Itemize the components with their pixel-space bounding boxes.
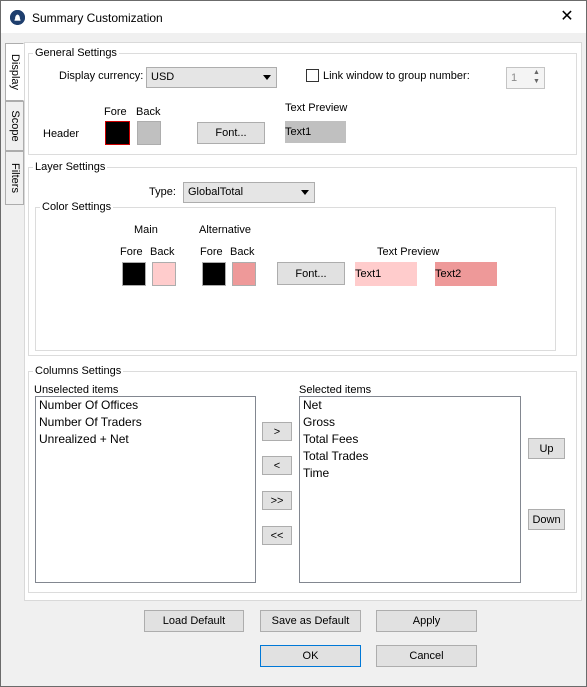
load-default-button[interactable]: Load Default	[144, 610, 244, 632]
ok-button[interactable]: OK	[260, 645, 361, 667]
selected-items-label: Selected items	[299, 384, 372, 396]
display-tab-panel: General Settings Display currency: USD L…	[24, 42, 582, 601]
close-button[interactable]: ✕	[557, 7, 577, 27]
title-bar: Summary Customization ✕	[1, 1, 586, 33]
color-settings-legend: Color Settings	[42, 201, 112, 213]
group-number-spinner[interactable]: 1 ▲ ▼	[506, 67, 545, 89]
move-down-button[interactable]: Down	[528, 509, 565, 530]
save-as-default-button[interactable]: Save as Default	[260, 610, 361, 632]
display-currency-select[interactable]: USD	[146, 67, 277, 88]
link-window-checkbox[interactable]	[306, 69, 319, 82]
list-item[interactable]: Unrealized + Net	[36, 431, 255, 448]
alternative-label: Alternative	[199, 224, 251, 236]
bell-icon	[10, 10, 25, 25]
move-up-button[interactable]: Up	[528, 438, 565, 459]
move-all-left-button[interactable]: <<	[262, 526, 292, 545]
unselected-items-label: Unselected items	[34, 384, 119, 396]
summary-customization-dialog: Summary Customization ✕ Display Scope Fi…	[0, 0, 587, 687]
cancel-button[interactable]: Cancel	[376, 645, 477, 667]
header-text-preview-label: Text Preview	[285, 102, 348, 114]
layer-text-preview-main: Text1	[355, 262, 417, 286]
list-item[interactable]: Number Of Offices	[36, 397, 255, 414]
alt-back-color-swatch[interactable]	[232, 262, 256, 286]
tab-display[interactable]: Display	[5, 43, 24, 101]
list-item[interactable]: Gross	[300, 414, 520, 431]
main-fore-color-swatch[interactable]	[122, 262, 146, 286]
columns-settings-legend: Columns Settings	[35, 365, 122, 377]
chevron-down-icon	[301, 190, 309, 195]
main-fore-label: Fore	[120, 246, 143, 258]
tab-filters[interactable]: Filters	[5, 151, 24, 205]
header-label: Header	[43, 128, 80, 140]
tab-display-label[interactable]: Display	[9, 54, 21, 90]
header-back-color-swatch[interactable]	[137, 121, 161, 145]
apply-button[interactable]: Apply	[376, 610, 477, 632]
alt-fore-label: Fore	[200, 246, 223, 258]
type-label: Type:	[149, 186, 176, 198]
group-number-value: 1	[511, 72, 518, 84]
window-title: Summary Customization	[32, 11, 163, 25]
spin-down-icon[interactable]: ▼	[531, 78, 542, 87]
list-item[interactable]: Total Trades	[300, 448, 520, 465]
app-icon	[10, 10, 25, 25]
layer-text-preview-label: Text Preview	[377, 246, 440, 258]
header-back-label: Back	[136, 106, 161, 118]
display-currency-label: Display currency:	[59, 70, 144, 82]
display-currency-value: USD	[151, 71, 175, 83]
selected-items-list[interactable]: Net Gross Total Fees Total Trades Time	[299, 396, 521, 583]
list-item[interactable]: Total Fees	[300, 431, 520, 448]
move-left-button[interactable]: <	[262, 456, 292, 475]
layer-text-preview-alternative: Text2	[435, 262, 497, 286]
move-all-right-button[interactable]: >>	[262, 491, 292, 510]
list-item[interactable]: Number Of Traders	[36, 414, 255, 431]
chevron-down-icon	[263, 75, 271, 80]
header-fore-color-swatch[interactable]	[105, 121, 130, 145]
close-icon[interactable]: ✕	[560, 8, 573, 25]
layer-settings-legend: Layer Settings	[35, 161, 106, 173]
general-settings-legend: General Settings	[35, 47, 117, 59]
header-fore-label: Fore	[104, 106, 127, 118]
move-right-button[interactable]: >	[262, 422, 292, 441]
main-back-label: Back	[150, 246, 175, 258]
unselected-items-list[interactable]: Number Of Offices Number Of Traders Unre…	[35, 396, 256, 583]
tab-scope[interactable]: Scope	[5, 101, 24, 151]
alt-fore-color-swatch[interactable]	[202, 262, 226, 286]
list-item[interactable]: Net	[300, 397, 520, 414]
type-select[interactable]: GlobalTotal	[183, 182, 315, 203]
alt-back-label: Back	[230, 246, 255, 258]
list-item[interactable]: Time	[300, 465, 520, 482]
spin-up-icon[interactable]: ▲	[531, 69, 542, 78]
layer-font-button[interactable]: Font...	[277, 262, 345, 285]
header-font-button[interactable]: Font...	[197, 122, 265, 144]
type-value: GlobalTotal	[188, 186, 244, 198]
tab-filters-label[interactable]: Filters	[9, 163, 21, 193]
link-window-label: Link window to group number:	[323, 70, 470, 82]
main-back-color-swatch[interactable]	[152, 262, 176, 286]
main-label: Main	[134, 224, 158, 236]
header-text-preview: Text1	[285, 121, 346, 143]
tab-scope-label[interactable]: Scope	[9, 110, 21, 141]
